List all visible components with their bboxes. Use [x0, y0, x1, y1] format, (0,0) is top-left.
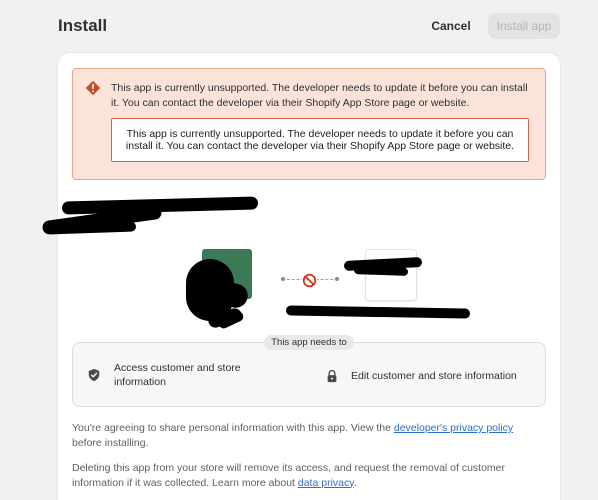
developer-privacy-policy-link[interactable]: developer's privacy policy	[394, 422, 513, 434]
banner-message: This app is currently unsupported. The d…	[111, 82, 528, 109]
no-entry-icon	[302, 273, 317, 288]
deletion-text: Deleting this app from your store will r…	[72, 462, 506, 489]
page-title: Install	[58, 16, 108, 35]
permission-label: Access customer and store information	[114, 362, 241, 388]
modal-header: Install Cancel Install app	[0, 0, 598, 52]
privacy-notice: You're agreeing to share personal inform…	[72, 421, 542, 450]
banner-inner-message: This app is currently unsupported. The d…	[125, 128, 515, 152]
connector-dot	[335, 277, 339, 281]
privacy-text: You're agreeing to share personal inform…	[72, 422, 394, 434]
redaction-mark	[45, 221, 137, 235]
permission-label: Edit customer and store information	[351, 370, 517, 382]
install-card: This app is currently unsupported. The d…	[41, 53, 560, 500]
deletion-text: .	[353, 476, 357, 489]
cancel-button[interactable]: Cancel	[423, 13, 479, 39]
permissions-pill: This app needs to	[264, 335, 354, 350]
alert-diamond-icon	[85, 80, 101, 96]
lock-icon	[327, 369, 337, 383]
connector-dot	[281, 277, 285, 281]
privacy-text: before installing.	[72, 436, 149, 449]
permissions-panel: Access customer and store information Ed…	[72, 342, 546, 407]
deletion-notice: Deleting this app from your store will r…	[72, 461, 542, 490]
data-privacy-link[interactable]: data privacy	[298, 477, 354, 489]
permission-edit-customer: Edit customer and store information	[325, 369, 535, 383]
redaction-mark	[285, 305, 471, 319]
unsupported-banner: This app is currently unsupported. The d…	[72, 68, 546, 180]
redaction-mark	[353, 266, 409, 276]
permission-access-customer: Access customer and store information	[87, 361, 287, 389]
banner-message-box: This app is currently unsupported. The d…	[111, 118, 529, 162]
shield-icon	[88, 368, 100, 382]
install-app-button[interactable]: Install app	[488, 13, 560, 39]
